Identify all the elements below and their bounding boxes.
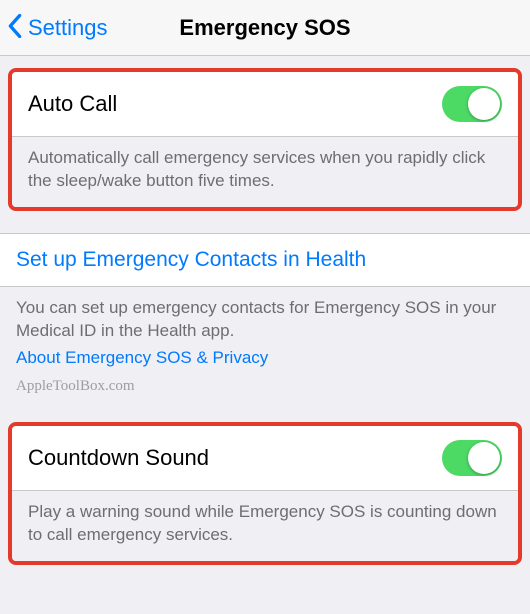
setup-contacts-link: Set up Emergency Contacts in Health	[16, 248, 366, 271]
auto-call-label: Auto Call	[28, 91, 117, 117]
auto-call-row[interactable]: Auto Call	[12, 72, 518, 137]
back-label: Settings	[28, 15, 108, 41]
highlight-countdown: Countdown Sound Play a warning sound whi…	[8, 422, 522, 565]
countdown-row[interactable]: Countdown Sound	[12, 426, 518, 491]
setup-contacts-row[interactable]: Set up Emergency Contacts in Health	[0, 233, 530, 287]
countdown-label: Countdown Sound	[28, 445, 209, 471]
countdown-toggle[interactable]	[442, 440, 502, 476]
auto-call-description: Automatically call emergency services wh…	[12, 137, 518, 207]
highlight-auto-call: Auto Call Automatically call emergency s…	[8, 68, 522, 211]
countdown-description: Play a warning sound while Emergency SOS…	[12, 491, 518, 561]
privacy-link[interactable]: About Emergency SOS & Privacy	[16, 347, 514, 370]
auto-call-toggle[interactable]	[442, 86, 502, 122]
navbar: Settings Emergency SOS	[0, 0, 530, 56]
contacts-description: You can set up emergency contacts for Em…	[16, 298, 496, 340]
contacts-description-block: You can set up emergency contacts for Em…	[0, 287, 530, 410]
chevron-left-icon	[8, 14, 26, 42]
back-button[interactable]: Settings	[0, 14, 108, 42]
watermark: AppleToolBox.com	[16, 376, 514, 396]
